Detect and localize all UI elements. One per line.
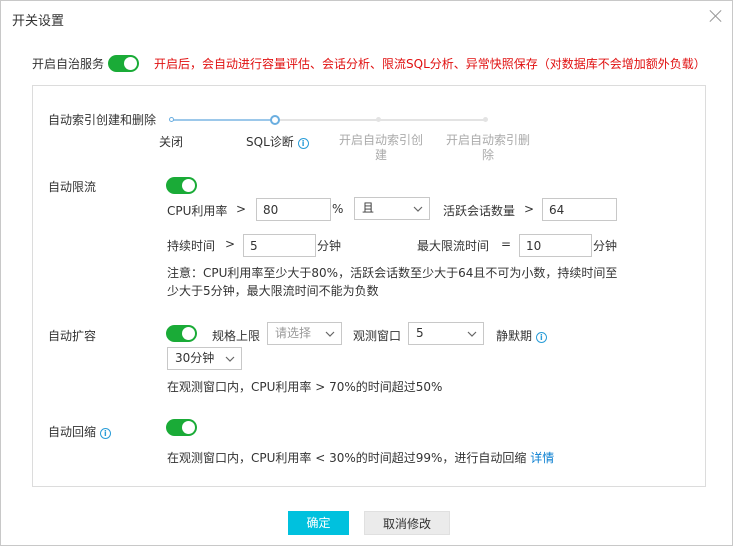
quiet-period-label: 静默期 (496, 329, 533, 343)
auto-shrink-label: 自动回缩 (48, 425, 97, 439)
auto-shrink-desc: 在观测窗口内，CPU利用率 < 30%的时间超过99%，进行自动回缩 (167, 451, 527, 465)
spec-limit-placeholder: 请选择 (275, 326, 312, 340)
slider-step-dot[interactable] (376, 117, 381, 122)
slider-handle[interactable] (270, 115, 280, 125)
auto-throttle-switch[interactable] (166, 177, 197, 194)
chevron-down-icon (225, 356, 235, 362)
quiet-period-value: 30分钟 (175, 351, 215, 365)
auto-scale-switch[interactable] (166, 325, 197, 342)
slider-step-label: SQL诊断 (246, 135, 294, 149)
slider-step-label[interactable]: 关闭 (159, 133, 183, 150)
cancel-changes-button[interactable]: 取消修改 (364, 511, 450, 535)
slider-step-label[interactable]: 开启自动索引创 建 (337, 133, 425, 163)
logic-select[interactable]: 且 (354, 197, 430, 220)
duration-unit: 分钟 (317, 239, 342, 253)
slider-step-label-selected[interactable]: SQL诊断 i (246, 133, 309, 150)
throttle-note: 注意：CPU利用率至少大于80%，活跃会话数至少大于64且不可为小数，持续时间至… (167, 266, 618, 298)
duration-label: 持续时间 (167, 239, 216, 253)
spec-limit-select[interactable]: 请选择 (267, 322, 342, 345)
auto-scale-desc: 在观测窗口内，CPU利用率 > 70%的时间超过50% (167, 380, 443, 394)
window-label: 观测窗口 (353, 329, 402, 343)
sessions-label: 活跃会话数量 (443, 204, 516, 218)
slider-track-filled (172, 119, 275, 121)
auto-shrink-label-group: 自动回缩 i (48, 423, 111, 440)
auto-service-label: 开启自治服务 (32, 57, 105, 71)
duration-input[interactable] (243, 234, 316, 257)
auto-throttle-label: 自动限流 (48, 180, 97, 194)
settings-dialog: 开关设置 开启自治服务 开启后，会自动进行容量评估、会话分析、限流SQL分析、异… (0, 0, 733, 546)
chevron-down-icon (413, 206, 423, 212)
chevron-down-icon (325, 331, 335, 337)
auto-service-switch[interactable] (108, 55, 139, 72)
gt-symbol: > (236, 202, 247, 216)
slider-step-label[interactable]: 开启自动索引删 除 (444, 133, 532, 163)
cpu-threshold-input[interactable] (256, 198, 331, 221)
gt-symbol: > (524, 202, 535, 216)
slider-step-dot[interactable] (483, 117, 488, 122)
sessions-threshold-input[interactable] (542, 198, 617, 221)
logic-select-value: 且 (362, 201, 375, 215)
window-select[interactable]: 5 (408, 322, 484, 345)
quiet-period-select[interactable]: 30分钟 (167, 347, 242, 370)
confirm-button[interactable]: 确定 (288, 511, 349, 535)
chevron-down-icon (467, 331, 477, 337)
percent-label: % (332, 202, 344, 216)
auto-shrink-switch[interactable] (166, 419, 197, 436)
spec-limit-label: 规格上限 (212, 329, 261, 343)
eq-symbol: = (501, 237, 512, 251)
max-throttle-input[interactable] (519, 234, 592, 257)
gt-symbol: > (225, 237, 236, 251)
auto-index-label: 自动索引创建和删除 (48, 113, 157, 127)
auto-scale-label: 自动扩容 (48, 329, 97, 343)
window-select-value: 5 (416, 326, 424, 340)
dialog-title: 开关设置 (12, 14, 65, 29)
info-icon[interactable]: i (297, 138, 309, 149)
auto-shrink-desc-group: 在观测窗口内，CPU利用率 < 30%的时间超过99%，进行自动回缩 详情 (167, 449, 554, 466)
detail-link[interactable]: 详情 (530, 451, 554, 465)
cpu-label: CPU利用率 (167, 204, 228, 218)
max-throttle-unit: 分钟 (593, 239, 618, 253)
auto-service-warning: 开启后，会自动进行容量评估、会话分析、限流SQL分析、异常快照保存（对数据库不会… (154, 57, 706, 71)
info-icon[interactable]: i (535, 332, 547, 343)
max-throttle-label: 最大限流时间 (417, 239, 490, 253)
info-icon[interactable]: i (99, 428, 111, 439)
slider-track-empty (275, 119, 487, 121)
slider-step-dot[interactable] (169, 117, 174, 122)
quiet-period-label-group: 静默期 i (496, 327, 547, 344)
close-icon[interactable] (709, 9, 723, 23)
